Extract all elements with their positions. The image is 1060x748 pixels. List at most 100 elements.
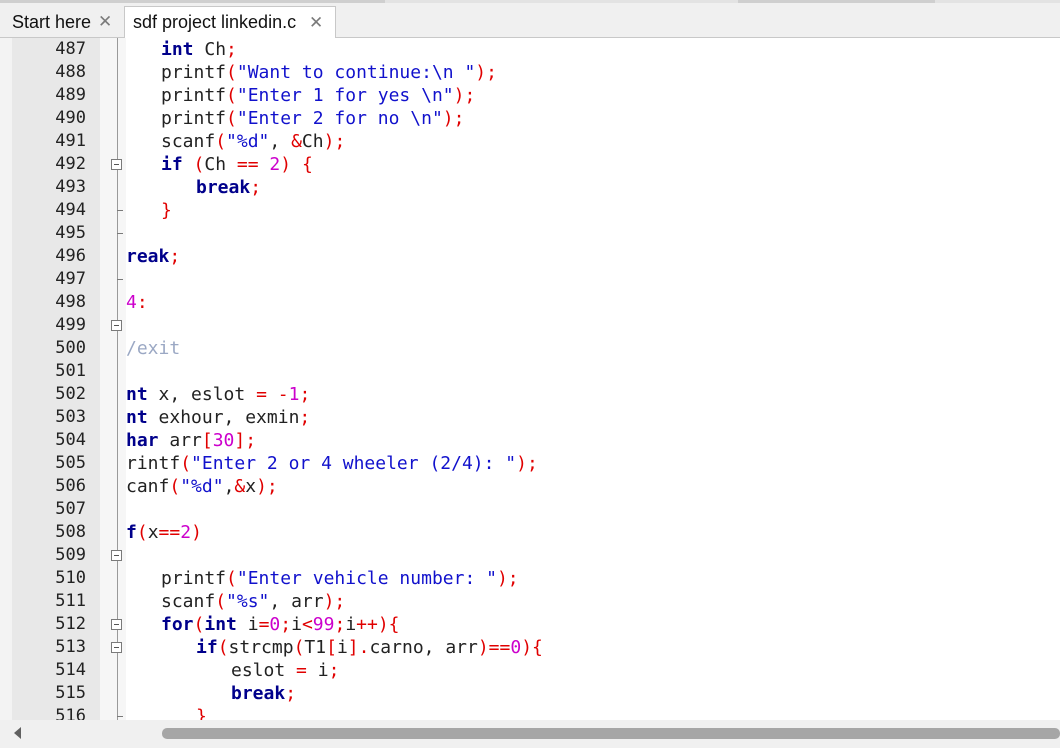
code-token: Ch: [301, 131, 324, 152]
code-line[interactable]: 496 reak;: [0, 245, 1060, 268]
line-number: 508: [55, 522, 86, 542]
horizontal-scrollbar[interactable]: [0, 720, 1060, 748]
code-token: printf: [161, 85, 227, 106]
close-icon[interactable]: ✕: [309, 13, 323, 33]
line-number: 514: [55, 660, 86, 680]
code-text: break;: [231, 682, 296, 705]
code-line[interactable]: 514 eslot = i;: [0, 659, 1060, 682]
code-line[interactable]: 510 printf("Enter vehicle number: ");: [0, 567, 1060, 590]
code-token: 99: [312, 614, 335, 635]
line-number: 493: [55, 177, 86, 197]
code-line[interactable]: 493 break;: [0, 176, 1060, 199]
code-line[interactable]: 513 if(strcmp(T1[i].carno, arr)==0){: [0, 636, 1060, 659]
fold-toggle-icon[interactable]: [111, 550, 122, 561]
code-token: ;: [334, 614, 346, 635]
code-line[interactable]: 489 printf("Enter 1 for yes \n");: [0, 84, 1060, 107]
code-line[interactable]: 509: [0, 544, 1060, 567]
tab-sdf-project-linkedin[interactable]: sdf project linkedin.c ✕: [124, 6, 336, 38]
code-token: x: [245, 476, 257, 497]
code-text: printf("Want to continue:\n ");: [161, 61, 497, 84]
code-token: ): [280, 154, 292, 175]
code-line[interactable]: 501: [0, 360, 1060, 383]
code-token: ;: [299, 384, 311, 405]
code-line[interactable]: 508 f(x==2): [0, 521, 1060, 544]
code-token: i: [345, 614, 357, 635]
code-token: );: [442, 108, 465, 129]
line-number: 489: [55, 85, 86, 105]
line-number: 506: [55, 476, 86, 496]
code-line[interactable]: 492 if (Ch == 2) {: [0, 153, 1060, 176]
code-line[interactable]: 506 canf("%d",&x);: [0, 475, 1060, 498]
code-token: =: [256, 384, 267, 405]
code-token: 2: [180, 522, 192, 543]
code-line[interactable]: 504 har arr[30];: [0, 429, 1060, 452]
code-token: ;: [328, 660, 340, 681]
chevron-left-icon[interactable]: [14, 727, 21, 739]
code-token: exhour, exmin: [147, 407, 300, 428]
code-line[interactable]: 500/exit: [0, 337, 1060, 360]
line-number: 495: [55, 223, 86, 243]
code-token: /exit: [126, 338, 181, 359]
line-number: 512: [55, 614, 86, 634]
code-token: Ch: [204, 154, 237, 175]
line-number: 496: [55, 246, 86, 266]
line-number: 513: [55, 637, 86, 657]
line-number: 499: [55, 315, 86, 335]
code-line[interactable]: 488 printf("Want to continue:\n ");: [0, 61, 1060, 84]
code-line[interactable]: 505 rintf("Enter 2 or 4 wheeler (2/4): ")…: [0, 452, 1060, 475]
code-token: }: [161, 200, 172, 221]
code-token: i: [291, 614, 302, 635]
line-number: 505: [55, 453, 86, 473]
code-token: i: [236, 614, 259, 635]
scrollbar-thumb[interactable]: [162, 728, 1060, 739]
code-token: (: [193, 154, 205, 175]
code-line[interactable]: 502 nt x, eslot = -1;: [0, 383, 1060, 406]
code-line[interactable]: 491 scanf("%d", &Ch);: [0, 130, 1060, 153]
code-line[interactable]: 512 for(int i=0;i<99;i++){: [0, 613, 1060, 636]
fold-toggle-icon[interactable]: [111, 159, 122, 170]
code-line[interactable]: 497: [0, 268, 1060, 291]
code-token: &: [234, 476, 246, 497]
code-text: }: [196, 705, 207, 720]
code-token: ;: [169, 246, 181, 267]
code-line[interactable]: 495: [0, 222, 1060, 245]
code-token: (: [215, 131, 227, 152]
code-token: :: [136, 292, 148, 313]
code-line[interactable]: 516}: [0, 705, 1060, 720]
code-line[interactable]: 511 scanf("%s", arr);: [0, 590, 1060, 613]
code-line[interactable]: 494}: [0, 199, 1060, 222]
code-text: printf("Enter 1 for yes \n");: [161, 84, 475, 107]
code-text: scanf("%s", arr);: [161, 590, 345, 613]
code-token: scanf: [161, 131, 216, 152]
code-token: printf: [161, 108, 227, 129]
code-line[interactable]: 515 break;: [0, 682, 1060, 705]
code-text: int Ch;: [161, 38, 237, 61]
code-line[interactable]: 499: [0, 314, 1060, 337]
code-token: "Want to continue:\n ": [236, 62, 476, 83]
code-token: (: [180, 453, 192, 474]
fold-toggle-icon[interactable]: [111, 320, 122, 331]
tab-label: sdf project linkedin.c: [133, 12, 297, 32]
line-number: 502: [55, 384, 86, 404]
fold-toggle-icon[interactable]: [111, 642, 122, 653]
code-editor[interactable]: 487 int Ch; 488 printf("Want to continue:\n…: [0, 38, 1060, 720]
code-line[interactable]: 503 nt exhour, exmin;: [0, 406, 1060, 429]
fold-end-marker: [117, 233, 123, 234]
code-line[interactable]: 490 printf("Enter 2 for no \n");: [0, 107, 1060, 130]
code-token: (: [226, 568, 237, 589]
code-line[interactable]: 498 4:: [0, 291, 1060, 314]
code-token: (: [226, 108, 237, 129]
fold-toggle-icon[interactable]: [111, 619, 122, 630]
tab-bar: Start here ✕ sdf project linkedin.c ✕: [0, 3, 1060, 38]
code-token: ,: [223, 476, 235, 497]
close-icon[interactable]: ✕: [98, 12, 112, 32]
code-text: eslot = i;: [231, 659, 339, 682]
code-line[interactable]: 487 int Ch;: [0, 38, 1060, 61]
code-token: );: [496, 568, 519, 589]
code-token: eslot: [231, 660, 297, 681]
code-token: (: [226, 62, 237, 83]
code-token: int: [161, 39, 194, 60]
fold-end-marker: [117, 716, 123, 717]
tab-start-here[interactable]: Start here ✕: [0, 7, 124, 37]
code-line[interactable]: 507: [0, 498, 1060, 521]
